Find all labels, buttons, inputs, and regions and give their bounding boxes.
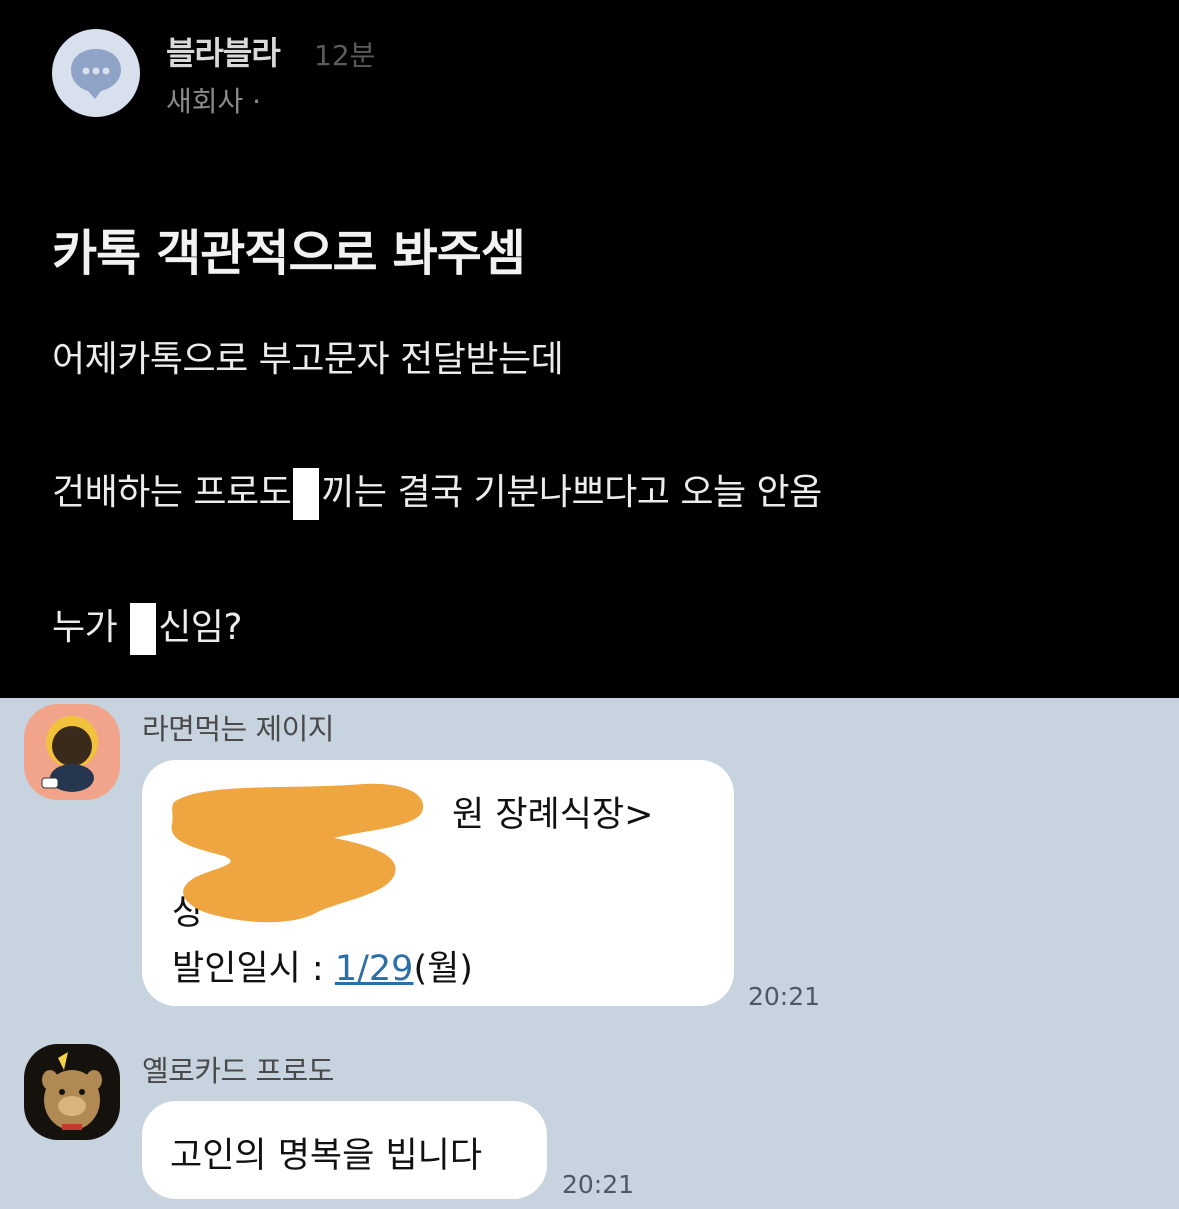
message-text: 고인의 명복을 빕니다 (170, 1136, 483, 1176)
body-text: 누가 (52, 607, 129, 648)
message-text: 원 장례식장> (452, 795, 654, 835)
message-time: 20:21 (748, 982, 821, 1011)
post-company[interactable]: 새회사 · (166, 80, 261, 120)
body-text: 신임? (158, 607, 243, 648)
post-author[interactable]: 블라블라 (166, 28, 281, 74)
sender-name: 옐로카드 프로도 (142, 1054, 334, 1088)
sender-name: 라면먹는 제이지 (142, 712, 334, 746)
censor-block (293, 468, 320, 520)
post-body-line: 어제카톡으로 부고문자 전달받는데 (52, 330, 564, 382)
chat-bubble-icon (71, 49, 121, 99)
body-text: 끼는 결국 기분나쁘다고 오늘 안옴 (321, 472, 822, 513)
post-time: 12분 (314, 39, 376, 72)
post-card: 블라블라 12분 새회사 · 카톡 객관적으로 봐주셈 어제카톡으로 부고문자 … (0, 0, 1179, 698)
funeral-date-label: 발인일시 : (172, 949, 335, 989)
message-text: 발인일시 : 1/29(월) (172, 940, 473, 991)
jay-g-avatar[interactable] (24, 704, 120, 800)
censor-block (130, 603, 157, 655)
post-body-line: 건배하는 프로도 끼는 결국 기분나쁘다고 오늘 안옴 (52, 463, 822, 520)
message-bubble[interactable]: 고인의 명복을 빕니다 (142, 1101, 547, 1199)
author-avatar[interactable] (52, 29, 140, 117)
redaction-scribble (171, 783, 424, 923)
message-bubble[interactable]: 원 장례식장> 상 발인일시 : 1/29(월) (142, 760, 734, 1006)
chat-screenshot: 라면먹는 제이지 원 장례식장> 상 발인일시 : 1/29(월) 20:21 … (0, 698, 1179, 1209)
post-body-line: 누가 신임? (52, 598, 243, 655)
frodo-avatar[interactable] (24, 1044, 120, 1140)
jay-g-avatar-icon (41, 716, 98, 792)
date-link[interactable]: 1/29 (335, 949, 414, 989)
message-time: 20:21 (562, 1170, 635, 1199)
frodo-avatar-icon (42, 1052, 102, 1130)
body-text: 건배하는 프로도 (52, 472, 292, 513)
date-suffix: (월) (413, 949, 473, 989)
body-text: 어제카톡으로 부고문자 전달받는데 (52, 339, 564, 380)
post-title: 카톡 객관적으로 봐주셈 (52, 225, 526, 282)
